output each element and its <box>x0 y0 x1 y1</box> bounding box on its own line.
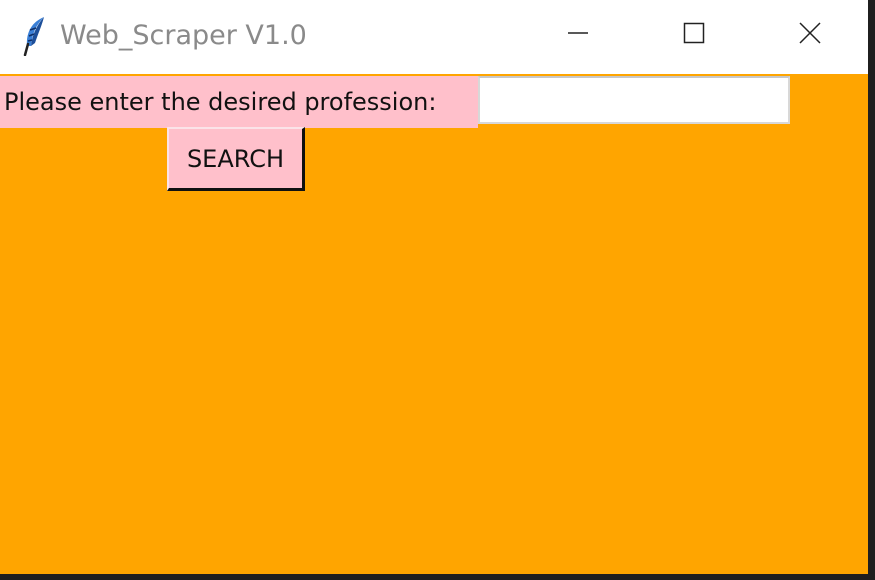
main-area: Please enter the desired profession: SEA… <box>0 74 868 574</box>
profession-prompt-label: Please enter the desired profession: <box>0 76 478 128</box>
maximize-icon <box>683 22 705 48</box>
app-window: Web_Scraper V1.0 Please enter the desire… <box>0 0 868 574</box>
search-button[interactable]: SEARCH <box>167 127 305 191</box>
title-bar[interactable]: Web_Scraper V1.0 <box>0 0 868 74</box>
close-icon <box>798 21 822 49</box>
minimize-icon <box>567 22 589 48</box>
feather-icon <box>22 16 48 57</box>
maximize-button[interactable] <box>636 0 752 70</box>
profession-input[interactable] <box>478 76 790 124</box>
window-title: Web_Scraper V1.0 <box>60 20 307 51</box>
close-button[interactable] <box>752 0 868 70</box>
minimize-button[interactable] <box>520 0 636 70</box>
